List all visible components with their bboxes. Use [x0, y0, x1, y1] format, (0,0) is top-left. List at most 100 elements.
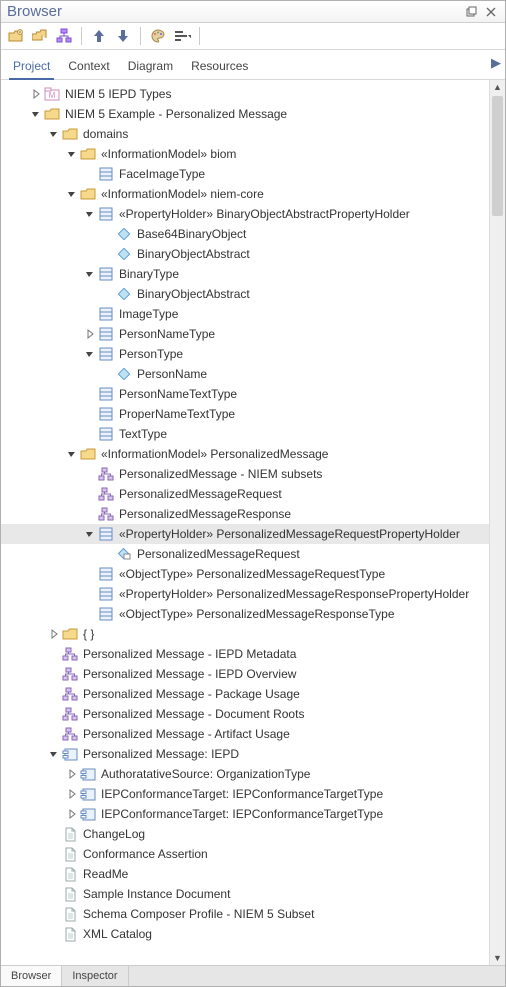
- collapse-icon[interactable]: [83, 267, 97, 281]
- tree-node[interactable]: Base64BinaryObject: [1, 224, 489, 244]
- tree-node-label: ProperNameTextType: [117, 406, 237, 422]
- folder-icon: [80, 446, 96, 462]
- tree-node[interactable]: «PropertyHolder» PersonalizedMessageResp…: [1, 584, 489, 604]
- tree-node[interactable]: Personalized Message - IEPD Metadata: [1, 644, 489, 664]
- tree-node[interactable]: PersonName: [1, 364, 489, 384]
- tree-node[interactable]: PersonNameType: [1, 324, 489, 344]
- tree-node[interactable]: «PropertyHolder» PersonalizedMessageRequ…: [1, 524, 489, 544]
- tree-node[interactable]: «ObjectType» PersonalizedMessageRequestT…: [1, 564, 489, 584]
- close-icon[interactable]: [483, 4, 499, 20]
- collapse-icon[interactable]: [29, 107, 43, 121]
- tree-node[interactable]: Sample Instance Document: [1, 884, 489, 904]
- expand-icon[interactable]: [83, 327, 97, 341]
- tree-node-label: Personalized Message - Package Usage: [81, 686, 302, 702]
- tree-node[interactable]: IEPConformanceTarget: IEPConformanceTarg…: [1, 784, 489, 804]
- scrollbar-vertical[interactable]: ▲ ▼: [489, 80, 505, 965]
- move-down-button[interactable]: [114, 27, 132, 45]
- diagram-icon: [62, 706, 78, 722]
- tree-node[interactable]: ChangeLog: [1, 824, 489, 844]
- collapse-icon[interactable]: [65, 147, 79, 161]
- scroll-thumb[interactable]: [492, 96, 503, 216]
- tree-node[interactable]: PersonType: [1, 344, 489, 364]
- comp-icon: [80, 806, 96, 822]
- move-up-button[interactable]: [90, 27, 108, 45]
- tree-node-label: «PropertyHolder» BinaryObjectAbstractPro…: [117, 206, 412, 222]
- palette-button[interactable]: [149, 27, 167, 45]
- collapse-icon[interactable]: [47, 127, 61, 141]
- expand-icon[interactable]: [65, 807, 79, 821]
- tree-node[interactable]: FaceImageType: [1, 164, 489, 184]
- project-tree[interactable]: MNIEM 5 IEPD Types NIEM 5 Example - Perso…: [1, 80, 489, 965]
- tree-node[interactable]: «InformationModel» biom: [1, 144, 489, 164]
- tree-node[interactable]: PersonNameTextType: [1, 384, 489, 404]
- tab-diagram[interactable]: Diagram: [124, 56, 177, 78]
- expand-icon[interactable]: [65, 767, 79, 781]
- expander-none: [83, 407, 97, 421]
- tree-node[interactable]: BinaryType: [1, 264, 489, 284]
- tree-node[interactable]: Personalized Message - Package Usage: [1, 684, 489, 704]
- tree-node[interactable]: «InformationModel» PersonalizedMessage: [1, 444, 489, 464]
- tree-node-label: Personalized Message: IEPD: [81, 746, 241, 762]
- tree-node-label: IEPConformanceTarget: IEPConformanceTarg…: [99, 806, 385, 822]
- tree-node-label: NIEM 5 IEPD Types: [63, 86, 173, 102]
- tab-project[interactable]: Project: [9, 56, 54, 80]
- tree-node[interactable]: NIEM 5 Example - Personalized Message: [1, 104, 489, 124]
- packages-button[interactable]: [31, 27, 49, 45]
- tree-node[interactable]: { }: [1, 624, 489, 644]
- restore-icon[interactable]: [463, 4, 479, 20]
- tree-node[interactable]: Personalized Message - IEPD Overview: [1, 664, 489, 684]
- expander-none: [101, 367, 115, 381]
- tree-node[interactable]: PersonalizedMessageRequest: [1, 544, 489, 564]
- align-dropdown[interactable]: [173, 27, 191, 45]
- tree-node[interactable]: ProperNameTextType: [1, 404, 489, 424]
- tree-node[interactable]: TextType: [1, 424, 489, 444]
- collapse-icon[interactable]: [83, 207, 97, 221]
- comp-icon: [80, 766, 96, 782]
- collapse-icon[interactable]: [83, 527, 97, 541]
- tree-node[interactable]: «PropertyHolder» BinaryObjectAbstractPro…: [1, 204, 489, 224]
- scroll-down-button[interactable]: ▼: [490, 951, 505, 965]
- tree-node[interactable]: PersonalizedMessageRequest: [1, 484, 489, 504]
- separator: [140, 27, 141, 45]
- folder-icon: [80, 146, 96, 162]
- tree-node[interactable]: PersonalizedMessage - NIEM subsets: [1, 464, 489, 484]
- tree-node[interactable]: ReadMe: [1, 864, 489, 884]
- collapse-icon[interactable]: [83, 347, 97, 361]
- tree-node[interactable]: XML Catalog: [1, 924, 489, 944]
- tree-node[interactable]: ImageType: [1, 304, 489, 324]
- footer-tabs: BrowserInspector: [1, 965, 505, 986]
- overflow-icon[interactable]: ▶: [491, 55, 501, 71]
- tree-node[interactable]: Schema Composer Profile - NIEM 5 Subset: [1, 904, 489, 924]
- tree-node[interactable]: Personalized Message - Artifact Usage: [1, 724, 489, 744]
- tree-node[interactable]: AuthoratativeSource: OrganizationType: [1, 764, 489, 784]
- tab-context[interactable]: Context: [64, 56, 113, 78]
- tree-node[interactable]: «ObjectType» PersonalizedMessageResponse…: [1, 604, 489, 624]
- collapse-icon[interactable]: [65, 447, 79, 461]
- footer-tab-inspector[interactable]: Inspector: [62, 966, 128, 986]
- tree-node[interactable]: BinaryObjectAbstract: [1, 244, 489, 264]
- diagram-icon: [62, 686, 78, 702]
- tree-node[interactable]: Personalized Message: IEPD: [1, 744, 489, 764]
- attr-b-icon: [116, 546, 132, 562]
- tab-resources[interactable]: Resources: [187, 56, 252, 78]
- collapse-icon[interactable]: [65, 187, 79, 201]
- tree-node-label: FaceImageType: [117, 166, 207, 182]
- tree-node[interactable]: IEPConformanceTarget: IEPConformanceTarg…: [1, 804, 489, 824]
- footer-tab-browser[interactable]: Browser: [1, 966, 62, 986]
- tree-node[interactable]: domains: [1, 124, 489, 144]
- expand-icon[interactable]: [47, 627, 61, 641]
- tree-node-label: PersonalizedMessageRequest: [117, 486, 284, 502]
- expand-icon[interactable]: [65, 787, 79, 801]
- tree-node[interactable]: BinaryObjectAbstract: [1, 284, 489, 304]
- scroll-up-button[interactable]: ▲: [490, 80, 505, 94]
- tree-node[interactable]: PersonalizedMessageResponse: [1, 504, 489, 524]
- structure-button[interactable]: [55, 27, 73, 45]
- collapse-icon[interactable]: [47, 747, 61, 761]
- tree-node[interactable]: Conformance Assertion: [1, 844, 489, 864]
- tree-node[interactable]: Personalized Message - Document Roots: [1, 704, 489, 724]
- expand-icon[interactable]: [29, 87, 43, 101]
- new-package-button[interactable]: [7, 27, 25, 45]
- tree-node[interactable]: MNIEM 5 IEPD Types: [1, 84, 489, 104]
- tree-node[interactable]: «InformationModel» niem-core: [1, 184, 489, 204]
- tree-node-label: NIEM 5 Example - Personalized Message: [63, 106, 289, 122]
